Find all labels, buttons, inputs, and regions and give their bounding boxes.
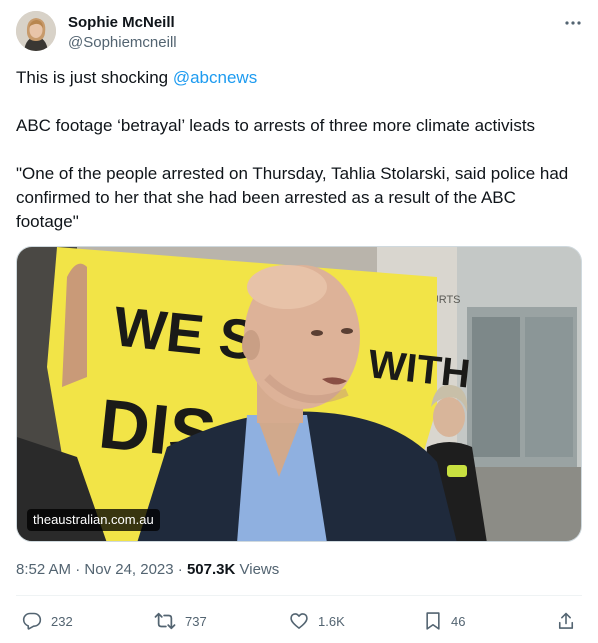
photo-image: L LAW COURTS WE ST WITH DIS — [17, 247, 581, 541]
author-display-name[interactable]: Sophie McNeill — [68, 13, 177, 32]
meta-separator-2: · — [173, 561, 187, 578]
views-label: Views — [235, 561, 280, 578]
repost-count: 737 — [185, 613, 207, 629]
bookmark-icon — [426, 612, 440, 630]
avatar[interactable] — [16, 11, 56, 51]
views-count: 507.3K — [186, 561, 236, 578]
tweet-line-2: ABC footage ‘betrayal’ leads to arrests … — [16, 116, 536, 135]
more-options-button[interactable] — [562, 13, 584, 33]
reply-count: 232 — [51, 613, 73, 629]
bookmark-button[interactable]: 46 — [424, 605, 465, 637]
repost-button[interactable]: 737 — [154, 605, 207, 637]
divider — [16, 595, 582, 596]
author-names: Sophie McNeill @Sophiemcneill — [68, 13, 177, 52]
tweet-card[interactable]: Sophie McNeill @Sophiemcneill This is ju… — [0, 0, 598, 643]
repost-icon — [154, 612, 176, 630]
share-button[interactable] — [557, 605, 575, 637]
like-count: 1.6K — [318, 613, 345, 629]
tweet-time[interactable]: 8:52 AM — [16, 561, 71, 578]
bookmark-count: 46 — [451, 613, 466, 629]
tweet-quote: "One of the people arrested on Thursday,… — [16, 164, 569, 231]
reply-icon — [22, 612, 42, 630]
tweet-actions: 232 737 1.6K 46 — [16, 605, 582, 637]
tweet-date[interactable]: Nov 24, 2023 — [84, 561, 173, 578]
tweet-media-photo[interactable]: L LAW COURTS WE ST WITH DIS — [16, 246, 582, 542]
tweet-line-1-text: This is just shocking — [16, 68, 173, 87]
media-source-label[interactable]: theaustralian.com.au — [27, 509, 160, 531]
mention-link[interactable]: @abcnews — [173, 68, 257, 87]
tweet-meta: 8:52 AM · Nov 24, 2023 · 507.3K Views — [16, 560, 279, 580]
tweet-header: Sophie McNeill @Sophiemcneill — [16, 11, 582, 55]
tweet-line-1: This is just shocking @abcnews — [16, 66, 257, 90]
author-handle[interactable]: @Sophiemcneill — [68, 33, 177, 52]
share-icon — [558, 612, 574, 629]
like-button[interactable]: 1.6K — [289, 605, 345, 637]
reply-button[interactable]: 232 — [22, 605, 73, 637]
avatar-image — [16, 11, 56, 51]
meta-separator: · — [71, 561, 85, 578]
heart-icon — [290, 613, 308, 629]
more-icon — [565, 21, 581, 25]
